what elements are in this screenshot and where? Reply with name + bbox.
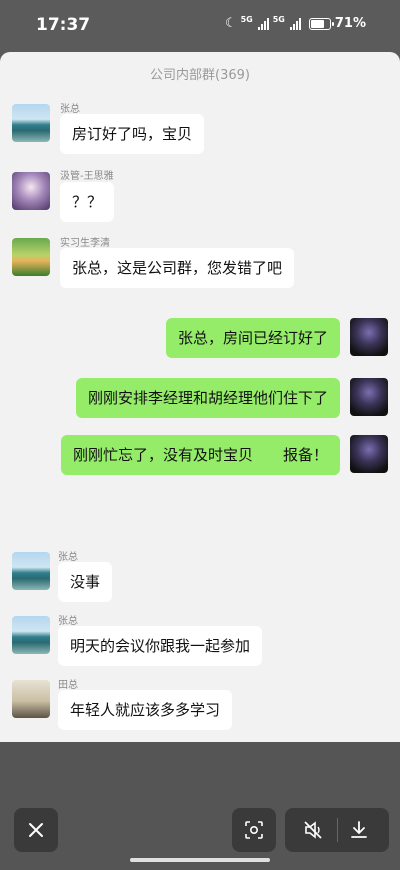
message-bubble[interactable]: 年轻人就应该多多学习 (58, 690, 233, 730)
message-bubble[interactable]: ？？ (60, 182, 115, 222)
message-bubble-outgoing[interactable]: 刚刚忙忘了，没有及时宝贝 报备！ (60, 435, 340, 475)
close-button[interactable] (14, 808, 58, 852)
avatar-wang[interactable] (12, 172, 50, 210)
signal-icon-2 (289, 17, 301, 30)
message-bubble[interactable]: 张总，这是公司群，您发错了吧 (60, 248, 295, 288)
mute-icon (304, 821, 322, 839)
avatar-zhang[interactable] (12, 104, 50, 142)
avatar-li[interactable] (12, 238, 50, 276)
avatar-self[interactable] (350, 378, 388, 416)
sender-name: 张总 (58, 552, 78, 563)
sender-name: 汲管-王思雅 (60, 171, 114, 182)
viewer-toolbar (0, 742, 400, 870)
scan-icon (245, 821, 263, 839)
sender-name: 田总 (58, 680, 78, 691)
media-controls (285, 808, 389, 852)
avatar-zhang[interactable] (12, 616, 50, 654)
mute-button[interactable] (303, 820, 323, 845)
home-indicator[interactable] (130, 858, 270, 862)
download-button[interactable] (349, 820, 369, 845)
message-bubble-outgoing[interactable]: 张总，房间已经订好了 (165, 318, 340, 358)
download-icon (351, 821, 367, 838)
chat-panel[interactable]: 公司内部群(369) 张总 房订好了吗，宝贝 汲管-王思雅 ？？ 实习生李清 张… (0, 52, 400, 742)
battery-icon (308, 17, 334, 30)
avatar-self[interactable] (350, 318, 388, 356)
status-bar: 17:37 ☾ 5G 5G 71% (0, 0, 400, 52)
sender-name: 张总 (60, 104, 80, 115)
avatar-self[interactable] (350, 435, 388, 473)
toolbar-divider (337, 818, 338, 842)
status-indicators: ☾ 5G 5G 71% (224, 15, 366, 31)
battery-percent: 71% (334, 16, 366, 31)
message-bubble[interactable]: 明天的会议你跟我一起参加 (58, 626, 263, 666)
avatar-zhang[interactable] (12, 552, 50, 590)
signal-icon (257, 17, 269, 30)
status-time: 17:37 (36, 15, 91, 35)
sender-name: 张总 (58, 616, 78, 627)
sender-name: 实习生李清 (60, 238, 110, 249)
message-bubble[interactable]: 房订好了吗，宝贝 (60, 114, 205, 154)
moon-icon: ☾ (224, 16, 237, 31)
network-label-1: 5G (240, 15, 253, 24)
message-bubble[interactable]: 没事 (58, 562, 113, 602)
network-label-2: 5G (272, 15, 285, 24)
close-icon (29, 823, 43, 837)
scan-button[interactable] (232, 808, 276, 852)
message-bubble-outgoing[interactable]: 刚刚安排李经理和胡经理他们住下了 (75, 378, 340, 418)
group-title: 公司内部群(369) (150, 68, 250, 83)
avatar-tian[interactable] (12, 680, 50, 718)
